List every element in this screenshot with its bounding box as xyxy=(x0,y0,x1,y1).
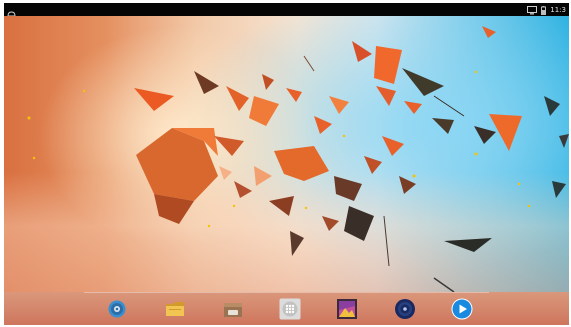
shard xyxy=(433,95,465,117)
shard xyxy=(254,166,272,186)
spark xyxy=(207,224,211,228)
shard xyxy=(482,26,496,38)
shard xyxy=(226,86,249,111)
spark xyxy=(82,89,86,93)
shard xyxy=(399,176,416,194)
spark xyxy=(27,116,31,120)
shard xyxy=(249,96,279,126)
app-drawer-icon[interactable] xyxy=(279,298,301,320)
spark xyxy=(527,204,531,208)
spark xyxy=(517,182,521,186)
spark xyxy=(342,134,346,138)
settings-icon[interactable] xyxy=(106,298,128,320)
shard xyxy=(433,277,455,292)
status-time: 11:3 xyxy=(550,5,566,14)
shard xyxy=(444,238,492,252)
shard xyxy=(219,166,232,180)
shard xyxy=(286,88,302,102)
shard xyxy=(329,96,349,114)
shard xyxy=(383,215,390,267)
status-bar: 11:3 xyxy=(4,3,569,17)
shard xyxy=(344,206,374,241)
shard xyxy=(404,101,422,114)
shard xyxy=(402,68,444,96)
shard xyxy=(559,134,569,148)
apk-installer-icon[interactable] xyxy=(222,298,244,320)
dock-divider xyxy=(84,292,489,293)
shard xyxy=(352,41,372,62)
spark xyxy=(232,204,236,208)
shard xyxy=(262,74,274,90)
shard xyxy=(364,156,382,174)
spark xyxy=(412,174,416,178)
music-icon[interactable] xyxy=(394,298,416,320)
shard xyxy=(274,146,329,181)
android-home-screen: 11:3 xyxy=(4,3,569,325)
wallpaper-shards xyxy=(27,26,569,292)
video-player-icon[interactable] xyxy=(451,298,473,320)
shard xyxy=(322,216,339,231)
shard xyxy=(432,118,454,134)
gallery-icon[interactable] xyxy=(336,298,358,320)
shard xyxy=(134,88,174,111)
shard xyxy=(334,176,362,201)
spark xyxy=(32,156,36,160)
dock xyxy=(4,292,569,325)
spark xyxy=(474,70,478,74)
shard xyxy=(314,116,332,134)
file-manager-icon[interactable] xyxy=(164,298,186,320)
shard xyxy=(376,86,396,106)
shard xyxy=(214,136,244,156)
spark xyxy=(474,152,478,156)
shard xyxy=(269,196,294,216)
shard xyxy=(544,96,560,116)
shard xyxy=(290,231,304,256)
shard xyxy=(303,55,315,72)
shard xyxy=(234,181,252,198)
wallpaper xyxy=(4,16,569,292)
shard xyxy=(374,46,402,84)
shard xyxy=(552,181,566,198)
shard xyxy=(474,126,496,144)
spark xyxy=(304,206,308,210)
shard xyxy=(194,71,219,94)
shard xyxy=(382,136,404,156)
